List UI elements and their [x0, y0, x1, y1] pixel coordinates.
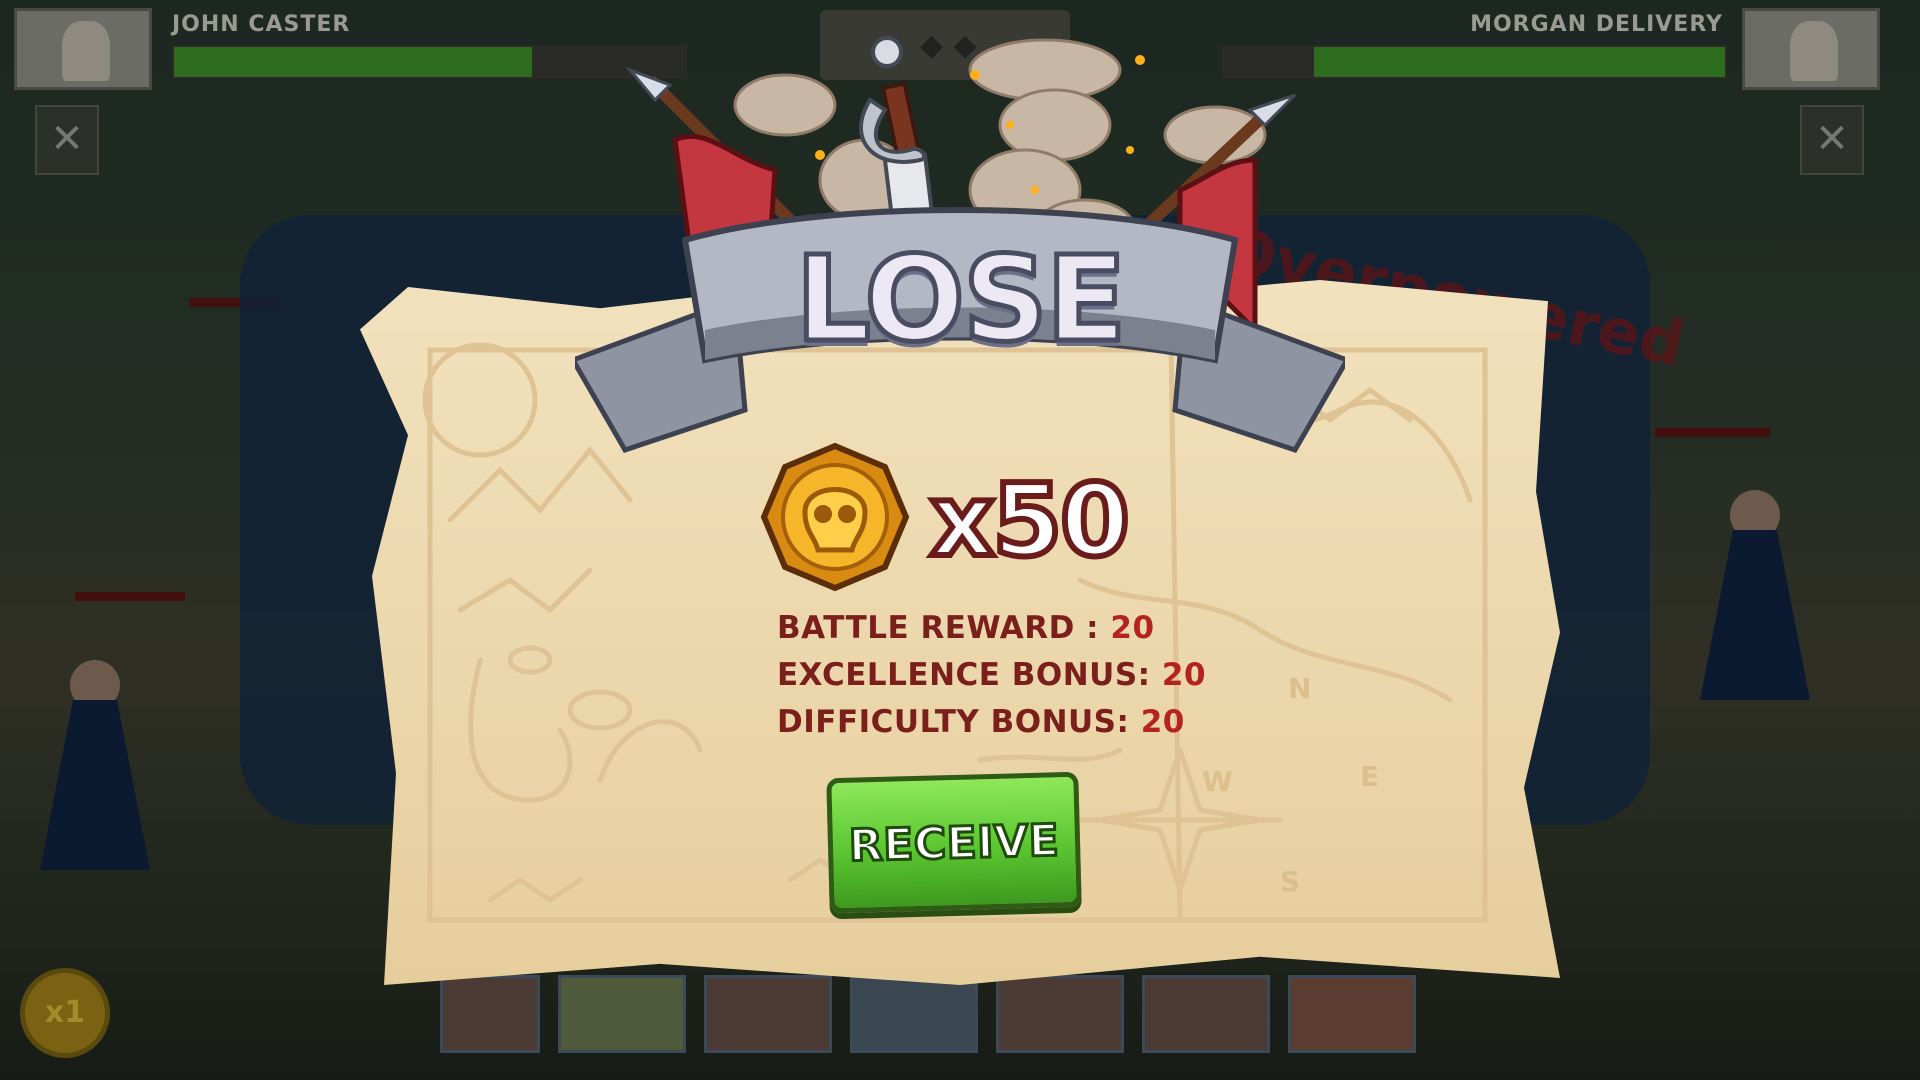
- compass-west: W: [1202, 765, 1233, 798]
- excellence-bonus-value: 20: [1161, 657, 1207, 693]
- compass-east: E: [1360, 760, 1380, 793]
- player-right-name: MORGAN DELIVERY: [1470, 12, 1723, 37]
- crossed-swords-icon[interactable]: ✕: [1800, 105, 1864, 175]
- difficulty-bonus-label: DIFFICULTY BONUS:: [777, 704, 1141, 740]
- receive-button[interactable]: RECEIVE: [826, 771, 1082, 914]
- hero-portrait[interactable]: [1142, 975, 1270, 1053]
- hero-portrait-strip: [440, 975, 1416, 1053]
- player-right-health-bar: [1314, 47, 1725, 77]
- battle-reward-value: 20: [1110, 610, 1155, 646]
- player-left-health-bar: [174, 47, 532, 77]
- result-title: LOSE: [793, 228, 1129, 371]
- battle-reward-line: BATTLE REWARD : 20: [777, 610, 1155, 646]
- receive-button-label: RECEIVE: [847, 814, 1062, 873]
- battle-reward-label: BATTLE REWARD :: [777, 610, 1111, 646]
- player-left-name: JOHN CASTER: [172, 12, 351, 37]
- hero-portrait[interactable]: [558, 975, 686, 1053]
- hero-portrait[interactable]: [1288, 975, 1416, 1053]
- coin-reward-count: x50: [927, 459, 1133, 582]
- player-right-avatar: [1742, 8, 1880, 90]
- hero-portrait[interactable]: [850, 975, 978, 1053]
- compass-north: N: [1288, 672, 1312, 705]
- speed-button[interactable]: x1: [20, 968, 110, 1058]
- skull-coin-icon: [760, 442, 910, 592]
- difficulty-bonus-line: DIFFICULTY BONUS: 20: [777, 704, 1185, 740]
- player-left-avatar: [14, 8, 152, 90]
- excellence-bonus-line: EXCELLENCE BONUS: 20: [777, 657, 1206, 693]
- hero-portrait[interactable]: [996, 975, 1124, 1053]
- hero-portrait[interactable]: [704, 975, 832, 1053]
- excellence-bonus-label: EXCELLENCE BONUS:: [777, 657, 1162, 693]
- difficulty-bonus-value: 20: [1140, 704, 1185, 740]
- hero-portrait[interactable]: [440, 975, 540, 1053]
- crossed-swords-icon[interactable]: ✕: [35, 105, 99, 175]
- compass-south: S: [1280, 865, 1301, 898]
